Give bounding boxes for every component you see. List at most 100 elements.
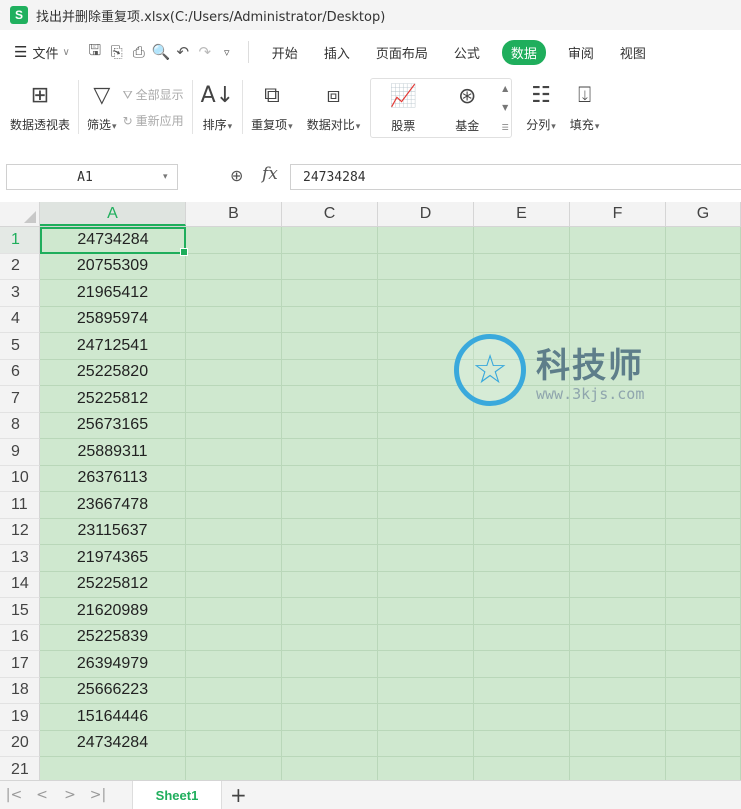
- empty-cell[interactable]: [666, 730, 741, 757]
- print-icon[interactable]: ⎙: [128, 43, 150, 61]
- empty-cell[interactable]: [282, 359, 378, 386]
- empty-cell[interactable]: [378, 624, 474, 651]
- empty-cell[interactable]: [474, 439, 570, 466]
- empty-cell[interactable]: [378, 333, 474, 360]
- row-header[interactable]: 7: [0, 386, 40, 413]
- zoom-icon[interactable]: ⊕: [230, 166, 243, 185]
- empty-cell[interactable]: [474, 492, 570, 519]
- cell-a[interactable]: [40, 757, 186, 780]
- add-sheet-icon[interactable]: +: [230, 783, 247, 807]
- row-header[interactable]: 3: [0, 280, 40, 307]
- print-preview-icon[interactable]: 🔍: [150, 43, 172, 61]
- menu-tab-start[interactable]: 开始: [272, 43, 298, 62]
- empty-cell[interactable]: [570, 598, 666, 625]
- row-header[interactable]: 10: [0, 465, 40, 492]
- empty-cell[interactable]: [570, 227, 666, 254]
- empty-cell[interactable]: [666, 518, 741, 545]
- fill-handle[interactable]: [180, 247, 188, 256]
- empty-cell[interactable]: [666, 333, 741, 360]
- empty-cell[interactable]: [666, 253, 741, 280]
- empty-cell[interactable]: [570, 333, 666, 360]
- empty-cell[interactable]: [282, 651, 378, 678]
- fill-button[interactable]: ⍗ 填充▾: [570, 74, 600, 133]
- empty-cell[interactable]: [666, 359, 741, 386]
- first-sheet-icon[interactable]: |<: [0, 787, 28, 803]
- empty-cell[interactable]: [186, 598, 282, 625]
- data-compare-button[interactable]: ⧈ 数据对比▾: [307, 74, 361, 133]
- row-header[interactable]: 18: [0, 677, 40, 704]
- cell-a[interactable]: 24734284: [40, 730, 186, 757]
- empty-cell[interactable]: [186, 730, 282, 757]
- show-all-button[interactable]: ⛛ 全部显示: [123, 82, 184, 108]
- empty-cell[interactable]: [474, 677, 570, 704]
- cell-a[interactable]: 26394979: [40, 651, 186, 678]
- empty-cell[interactable]: [282, 306, 378, 333]
- menu-tab-data[interactable]: 数据: [501, 39, 546, 65]
- empty-cell[interactable]: [282, 598, 378, 625]
- prev-sheet-icon[interactable]: <: [28, 787, 56, 803]
- empty-cell[interactable]: [570, 386, 666, 413]
- empty-cell[interactable]: [666, 227, 741, 254]
- empty-cell[interactable]: [570, 492, 666, 519]
- row-header[interactable]: 2: [0, 253, 40, 280]
- empty-cell[interactable]: [186, 280, 282, 307]
- scroll-down-icon[interactable]: ▼: [502, 103, 508, 112]
- empty-cell[interactable]: [666, 465, 741, 492]
- empty-cell[interactable]: [378, 227, 474, 254]
- expand-icon[interactable]: ☰: [502, 123, 509, 132]
- empty-cell[interactable]: [378, 651, 474, 678]
- empty-cell[interactable]: [378, 518, 474, 545]
- reapply-button[interactable]: ↻ 重新应用: [123, 108, 184, 134]
- empty-cell[interactable]: [282, 280, 378, 307]
- empty-cell[interactable]: [666, 598, 741, 625]
- empty-cell[interactable]: [282, 412, 378, 439]
- empty-cell[interactable]: [666, 492, 741, 519]
- empty-cell[interactable]: [378, 439, 474, 466]
- empty-cell[interactable]: [378, 306, 474, 333]
- row-header[interactable]: 20: [0, 730, 40, 757]
- empty-cell[interactable]: [186, 704, 282, 731]
- row-header[interactable]: 19: [0, 704, 40, 731]
- cell-a[interactable]: 25225812: [40, 571, 186, 598]
- menu-tab-view[interactable]: 视图: [620, 43, 646, 62]
- empty-cell[interactable]: [186, 306, 282, 333]
- duplicates-button[interactable]: ⧉ 重复项▾: [251, 74, 293, 133]
- empty-cell[interactable]: [474, 730, 570, 757]
- cell-a[interactable]: 23115637: [40, 518, 186, 545]
- cell-a[interactable]: 25225839: [40, 624, 186, 651]
- empty-cell[interactable]: [378, 492, 474, 519]
- empty-cell[interactable]: [282, 545, 378, 572]
- empty-cell[interactable]: [666, 651, 741, 678]
- fx-icon[interactable]: fx: [262, 164, 278, 184]
- menu-tab-insert[interactable]: 插入: [324, 43, 350, 62]
- empty-cell[interactable]: [474, 227, 570, 254]
- empty-cell[interactable]: [282, 518, 378, 545]
- empty-cell[interactable]: [666, 757, 741, 780]
- export-icon[interactable]: ⎘: [106, 43, 128, 61]
- empty-cell[interactable]: [666, 571, 741, 598]
- empty-cell[interactable]: [282, 492, 378, 519]
- empty-cell[interactable]: [378, 386, 474, 413]
- empty-cell[interactable]: [282, 677, 378, 704]
- row-header[interactable]: 13: [0, 545, 40, 572]
- cell-a[interactable]: 15164446: [40, 704, 186, 731]
- empty-cell[interactable]: [666, 280, 741, 307]
- empty-cell[interactable]: [282, 730, 378, 757]
- row-header[interactable]: 4: [0, 306, 40, 333]
- cell-a[interactable]: 20755309: [40, 253, 186, 280]
- row-header[interactable]: 1: [0, 227, 40, 254]
- cell-a[interactable]: 25225820: [40, 359, 186, 386]
- column-header-d[interactable]: D: [378, 202, 474, 226]
- empty-cell[interactable]: [570, 545, 666, 572]
- empty-cell[interactable]: [282, 571, 378, 598]
- row-header[interactable]: 15: [0, 598, 40, 625]
- empty-cell[interactable]: [474, 359, 570, 386]
- empty-cell[interactable]: [570, 651, 666, 678]
- empty-cell[interactable]: [474, 386, 570, 413]
- column-header-f[interactable]: F: [570, 202, 666, 226]
- empty-cell[interactable]: [186, 492, 282, 519]
- row-header[interactable]: 16: [0, 624, 40, 651]
- cell-a[interactable]: 21965412: [40, 280, 186, 307]
- empty-cell[interactable]: [570, 757, 666, 780]
- cell-a[interactable]: 25673165: [40, 412, 186, 439]
